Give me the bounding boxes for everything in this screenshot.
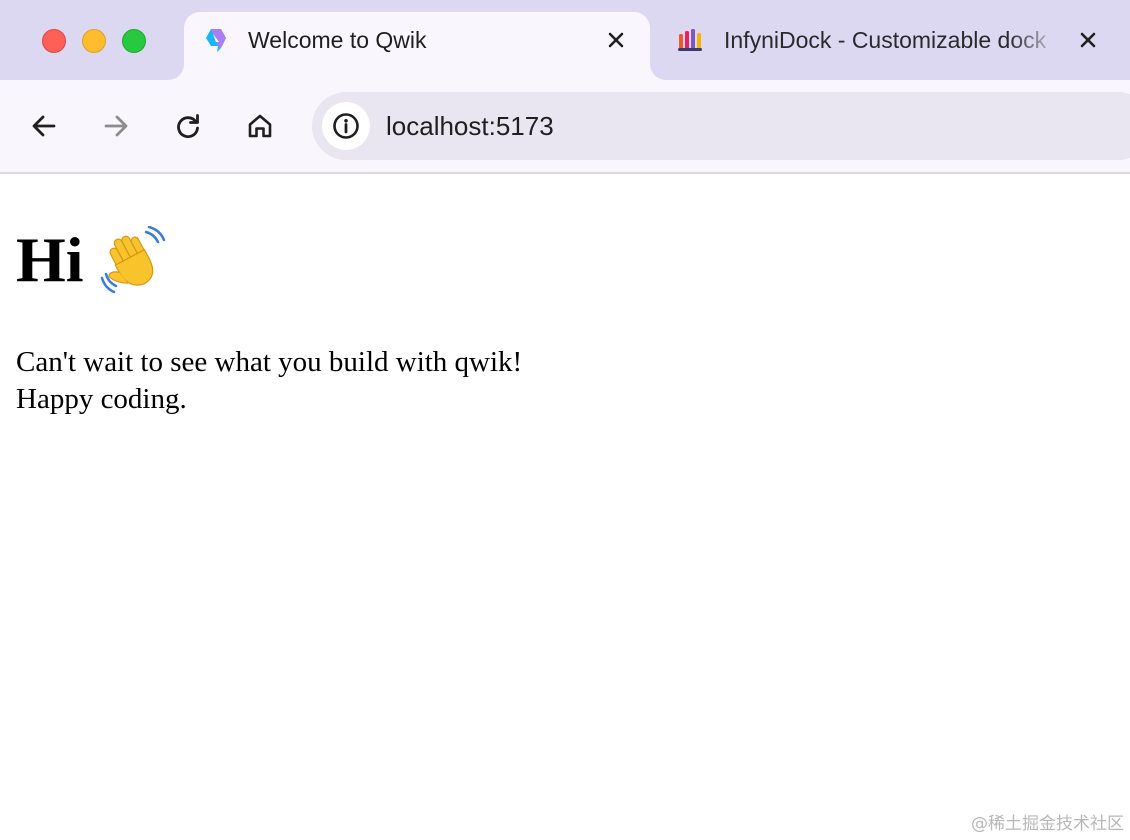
tab-close-icon[interactable] xyxy=(1074,26,1102,54)
page-content: Hi Can't wait to see what you build with… xyxy=(0,174,1130,840)
tab-welcome-to-qwik[interactable]: Welcome to Qwik xyxy=(184,12,650,80)
window-minimize-button[interactable] xyxy=(82,29,106,53)
waving-hand-icon xyxy=(100,225,168,294)
forward-button[interactable] xyxy=(96,106,136,146)
watermark: @稀土掘金技术社区 xyxy=(971,814,1124,834)
reload-icon xyxy=(177,114,199,139)
message-line-2: Happy coding. xyxy=(16,383,187,415)
browser-window: Welcome to Qwik InfyniDock - Customizabl… xyxy=(0,0,1130,840)
infynidock-logo-icon xyxy=(676,26,704,54)
back-button[interactable] xyxy=(24,106,64,146)
reload-button[interactable] xyxy=(168,106,208,146)
page-heading: Hi xyxy=(16,224,168,296)
tab-close-icon[interactable] xyxy=(602,26,630,54)
arrow-right-icon xyxy=(104,115,128,137)
tab-strip: Welcome to Qwik InfyniDock - Customizabl… xyxy=(0,0,1130,80)
site-info-button[interactable] xyxy=(322,102,370,150)
tab-infynidock[interactable]: InfyniDock - Customizable dock xyxy=(664,12,1112,80)
tab-title: InfyniDock - Customizable dock xyxy=(724,27,1047,53)
arrow-left-icon xyxy=(32,115,56,137)
window-close-button[interactable] xyxy=(42,29,66,53)
qwik-logo-icon xyxy=(202,26,230,54)
url-text[interactable]: localhost:5173 xyxy=(386,111,554,141)
window-maximize-button[interactable] xyxy=(122,29,146,53)
tab-title: Welcome to Qwik xyxy=(248,27,427,53)
home-icon xyxy=(248,114,272,138)
info-icon xyxy=(333,113,359,139)
message-line-1: Can't wait to see what you build with qw… xyxy=(16,346,523,378)
address-bar[interactable]: localhost:5173 xyxy=(312,92,1130,160)
heading-text: Hi xyxy=(16,224,84,295)
home-button[interactable] xyxy=(240,106,280,146)
page-message: Can't wait to see what you build with qw… xyxy=(16,344,522,418)
browser-toolbar: localhost:5173 xyxy=(0,80,1130,174)
